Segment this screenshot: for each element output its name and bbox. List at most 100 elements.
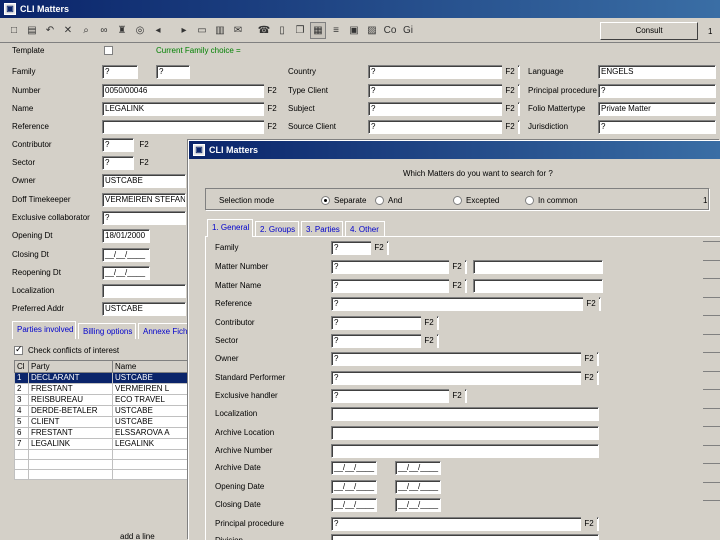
copy-icon[interactable]: ❐ [292,22,308,39]
f2-lookup-button[interactable]: F2 [502,102,518,116]
search-field-input[interactable]: ? [331,279,467,293]
back-right-input[interactable]: ENGELS [598,65,716,79]
back-mid-input[interactable]: ? [368,120,520,134]
f2-lookup-button[interactable]: F2 [502,84,518,98]
f2-lookup-button[interactable]: F2 [264,102,280,116]
search-field-secondary[interactable] [473,279,603,293]
back-field-input[interactable]: USTCABE [102,174,186,188]
search-field-input[interactable] [331,407,599,421]
radio-separate[interactable] [321,196,330,205]
search-field-secondary[interactable] [473,260,603,274]
family-extra-field[interactable]: ? [156,65,190,79]
folder-icon[interactable]: ▭ [194,22,210,39]
f2-lookup-button[interactable]: F2 [581,371,597,385]
search-date-to[interactable]: __/__/____ [395,480,441,494]
tab-groups[interactable]: 2. Groups [255,221,299,237]
tab-parties[interactable]: 3. Parties [301,221,343,237]
search-field-input[interactable]: ? [331,352,599,366]
col-header-cl[interactable]: Cl [14,360,29,373]
back-field-input[interactable]: USTCABE [102,302,186,316]
f2-lookup-button[interactable]: F2 [264,120,280,134]
back-field-input[interactable]: __/__/____ [102,266,150,280]
mail-icon[interactable]: ✉ [230,22,246,39]
back-arrow-icon[interactable]: ◂ [150,22,166,39]
phone-icon[interactable]: ☎ [256,22,272,39]
back-field-input[interactable]: ? [102,156,134,170]
check-conflicts-checkbox[interactable]: ✓ [14,344,23,355]
back-field-input[interactable]: __/__/____ [102,248,150,262]
gi-icon[interactable]: Gi [400,22,416,39]
tab-general[interactable]: 1. General [207,219,253,237]
f2-lookup-button[interactable]: F2 [449,279,465,293]
add-line-label[interactable]: add a line [120,532,155,540]
search-field-input[interactable]: ? [331,297,601,311]
tab-other[interactable]: 4. Other [345,221,385,237]
back-right-input[interactable]: ? [598,120,716,134]
col-header-party[interactable]: Party [28,360,113,373]
back-field-input[interactable]: 0050/00046 [102,84,268,98]
back-mid-input[interactable]: ? [368,102,520,116]
f2-lookup-button[interactable]: F2 [421,334,437,348]
table-row[interactable]: 6 FRESTANT ELSSAROVA A [14,427,190,439]
table-row[interactable]: 2 FRESTANT VERMEIREN L [14,383,190,395]
table-row[interactable]: 1 DECLARANT USTCABE [14,372,190,384]
radio-in-common[interactable] [525,196,534,205]
book-icon[interactable]: ▯ [274,22,290,39]
table-row-empty[interactable] [14,449,190,460]
binoculars-icon[interactable]: ∞ [96,22,112,39]
back-field-input[interactable]: LEGALINK [102,102,268,116]
table-row[interactable]: 7 LEGALINK LEGALINK [14,438,190,450]
f2-lookup-button[interactable]: F2 [583,297,599,311]
undo-icon[interactable]: ↶ [42,22,58,39]
back-mid-input[interactable]: ? [368,65,520,79]
search-field-input[interactable] [331,426,599,440]
search-field-input[interactable]: ? [331,260,467,274]
delete-icon[interactable]: ✕ [60,22,76,39]
radio-and[interactable] [375,196,384,205]
globe-icon[interactable]: ◎ [132,22,148,39]
f2-lookup-button[interactable]: F2 [264,84,280,98]
f2-lookup-button[interactable]: F2 [449,389,465,403]
f2-lookup-button[interactable]: F2 [581,352,597,366]
table-row-empty[interactable] [14,469,190,480]
back-field-input[interactable]: ? [102,211,186,225]
f2-lookup-button[interactable]: F2 [581,517,597,531]
back-field-input[interactable]: ? [102,138,134,152]
tab-parties-involved[interactable]: Parties involved [12,321,76,339]
stamp-icon[interactable]: ♜ [114,22,130,39]
back-field-input[interactable] [102,284,186,298]
search-field-input[interactable]: __/__/____ [331,480,377,494]
table-row[interactable]: 3 REISBUREAU ECO TRAVEL [14,394,190,406]
table-row-empty[interactable] [14,459,190,470]
back-field-input[interactable] [102,120,268,134]
f2-lookup-button[interactable]: F2 [502,120,518,134]
save-icon[interactable]: ▤ [24,22,40,39]
back-mid-input[interactable]: ? [368,84,520,98]
back-right-input[interactable]: ? [598,84,716,98]
forward-arrow-icon[interactable]: ▸ [176,22,192,39]
search-icon[interactable]: ⌕ [78,22,94,39]
print-icon[interactable]: ▥ [212,22,228,39]
search-field-input[interactable]: __/__/____ [331,498,377,512]
search-date-to[interactable]: __/__/____ [395,461,441,475]
search-field-input[interactable]: ? [331,517,599,531]
search-field-input[interactable]: ? [331,371,599,385]
radio-excepted[interactable] [453,196,462,205]
f2-lookup-button[interactable]: F2 [421,316,437,330]
f2-lookup-button[interactable]: F2 [449,260,465,274]
search-field-input[interactable]: ? [331,389,467,403]
back-field-input[interactable]: ? [102,65,138,79]
template-checkbox[interactable] [104,46,113,55]
chart-icon[interactable]: ▨ [364,22,380,39]
new-icon[interactable]: □ [6,22,22,39]
f2-lookup-button[interactable]: F2 [136,138,152,152]
table-row[interactable]: 5 CLIENT USTCABE [14,416,190,428]
f2-lookup-button[interactable]: F2 [502,65,518,79]
back-right-input[interactable]: Private Matter [598,102,716,116]
tab-billing-options[interactable]: Billing options [78,323,136,339]
copy-label-icon[interactable]: Co [382,22,398,39]
search-field-input[interactable]: __/__/____ [331,461,377,475]
col-header-name[interactable]: Name [112,360,190,373]
list-icon[interactable]: ≡ [328,22,344,39]
back-field-input[interactable]: 18/01/2000 [102,229,150,243]
